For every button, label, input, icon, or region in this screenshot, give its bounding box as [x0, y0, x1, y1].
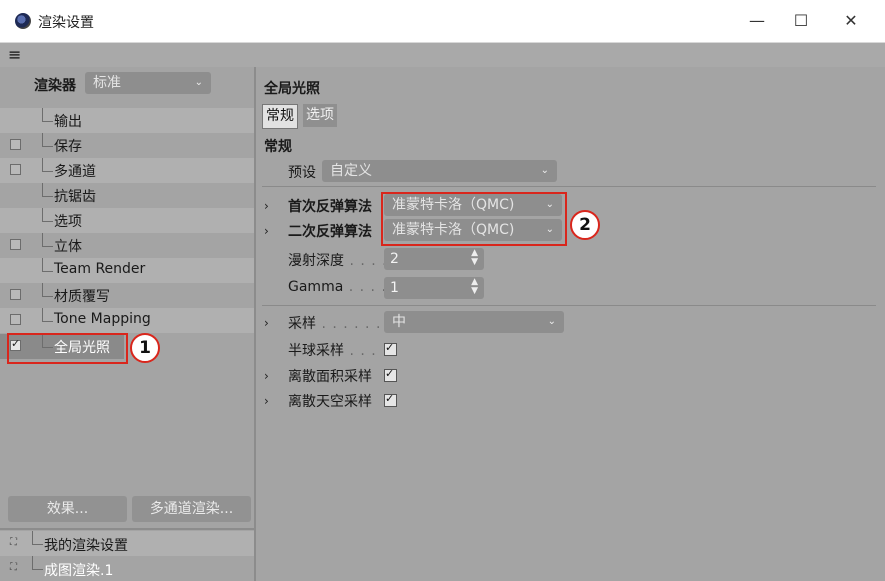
tree-branch-line — [32, 531, 43, 545]
hemisphere-sampling-label: 半球采样 . . . — [288, 340, 377, 360]
tree-item-stereo[interactable]: 立体 — [0, 233, 254, 258]
close-button[interactable]: ✕ — [836, 8, 866, 34]
enable-checkbox[interactable] — [10, 139, 21, 150]
gamma-stepper[interactable]: 1 ▲ ▼ — [384, 277, 484, 299]
label-dots: . . . . — [344, 253, 388, 269]
enable-checkbox[interactable] — [10, 314, 21, 325]
multipass-render-button[interactable]: 多通道渲染... — [132, 496, 251, 522]
tree-item-label: 保存 — [54, 139, 82, 155]
preset-dropdown[interactable]: 自定义 ⌄ — [322, 160, 557, 182]
label-dots: . . . — [344, 343, 377, 359]
preset-item-final-render[interactable]: ⛶ 成图渲染.1 — [0, 556, 254, 581]
diffuse-depth-label: 漫射深度 . . . . — [288, 250, 388, 270]
diffuse-depth-text: 漫射深度 — [288, 253, 344, 269]
tree-item-label: Team Render — [54, 261, 146, 277]
renderer-label: 渲染器 — [34, 78, 76, 94]
tree-branch-line — [42, 258, 53, 272]
preset-icon: ⛶ — [10, 537, 17, 548]
hamburger-menu-icon[interactable]: ≡ — [8, 47, 21, 63]
section-title: 全局光照 — [264, 81, 320, 97]
chevron-down-icon: ⌄ — [540, 165, 549, 176]
annotation-box-1 — [7, 333, 128, 364]
tab-options[interactable]: 选项 — [303, 104, 337, 127]
expand-arrow-icon[interactable]: › — [264, 316, 269, 330]
tree-item-label: 材质覆写 — [54, 289, 110, 305]
discrete-area-sampling-label: 离散面积采样 — [288, 369, 372, 385]
diffuse-depth-stepper[interactable]: 2 ▲ ▼ — [384, 248, 484, 270]
expand-arrow-icon[interactable]: › — [264, 369, 269, 383]
tree-item-antialiasing[interactable]: 抗锯齿 — [0, 183, 254, 208]
expand-arrow-icon[interactable]: › — [264, 394, 269, 408]
enable-checkbox[interactable] — [10, 164, 21, 175]
effects-button[interactable]: 效果... — [8, 496, 127, 522]
tree-item-output[interactable]: 输出 — [0, 108, 254, 133]
annotation-box-2 — [381, 192, 567, 246]
renderer-value: 标准 — [93, 75, 121, 91]
window-title: 渲染设置 — [38, 15, 94, 31]
chevron-down-icon: ⌄ — [547, 316, 556, 327]
tab-general[interactable]: 常规 — [262, 104, 298, 129]
hemisphere-sampling-checkbox[interactable] — [384, 341, 397, 356]
tree-branch-line — [42, 183, 53, 197]
tree-item-save[interactable]: 保存 — [0, 133, 254, 158]
tree-item-label: 立体 — [54, 239, 82, 255]
stepper-arrows-icon[interactable]: ▲ ▼ — [471, 278, 478, 296]
chevron-down-icon: ⌄ — [194, 77, 203, 88]
discrete-sky-sampling-label: 离散天空采样 — [288, 394, 372, 410]
tree-branch-line — [42, 233, 53, 247]
gamma-value: 1 — [390, 280, 399, 296]
preset-label: 我的渲染设置 — [44, 538, 128, 554]
minimize-button[interactable]: — — [742, 8, 772, 34]
tree-branch-line — [42, 208, 53, 222]
tree-item-multipass[interactable]: 多通道 — [0, 158, 254, 183]
maximize-button[interactable]: ☐ — [786, 8, 816, 34]
gamma-label: Gamma . . . . — [288, 279, 387, 295]
group-title: 常规 — [264, 139, 292, 155]
menu-bar — [0, 43, 885, 67]
tree-item-label: 选项 — [54, 214, 82, 230]
tree-item-tone-mapping[interactable]: Tone Mapping — [0, 308, 254, 333]
tree-item-label: Tone Mapping — [54, 311, 151, 327]
active-preset-icon: ⛶ — [10, 562, 17, 573]
annotation-number-1: 1 — [130, 333, 160, 363]
tree-item-material-override[interactable]: 材质覆写 — [0, 283, 254, 308]
app-icon — [15, 13, 31, 29]
diffuse-depth-value: 2 — [390, 251, 399, 267]
tree-item-options[interactable]: 选项 — [0, 208, 254, 233]
divider — [262, 186, 876, 187]
tree-item-label: 抗锯齿 — [54, 189, 96, 205]
label-dots: . . . . — [343, 279, 387, 295]
stepper-arrows-icon[interactable]: ▲ ▼ — [471, 249, 478, 267]
annotation-number-2: 2 — [570, 210, 600, 240]
preset-item-my-settings[interactable]: ⛶ 我的渲染设置 — [0, 531, 254, 556]
enable-checkbox[interactable] — [10, 289, 21, 300]
tree-branch-line — [42, 308, 53, 322]
tree-branch-line — [42, 158, 53, 172]
preset-value: 自定义 — [330, 163, 372, 179]
secondary-method-label: 二次反弹算法 — [288, 224, 372, 240]
discrete-sky-sampling-checkbox[interactable] — [384, 392, 397, 407]
sampling-value: 中 — [392, 314, 406, 330]
gamma-text: Gamma — [288, 279, 344, 295]
preset-label: 成图渲染.1 — [44, 563, 114, 579]
enable-checkbox[interactable] — [10, 239, 21, 250]
tree-item-label: 输出 — [54, 114, 82, 130]
primary-method-label: 首次反弹算法 — [288, 199, 372, 215]
tree-branch-line — [32, 556, 43, 570]
hemisphere-sampling-text: 半球采样 — [288, 343, 344, 359]
discrete-area-sampling-checkbox[interactable] — [384, 367, 397, 382]
tree-branch-line — [42, 108, 53, 122]
sampling-dropdown[interactable]: 中 ⌄ — [384, 311, 564, 333]
preset-label: 预设 — [288, 165, 316, 181]
tree-item-team-render[interactable]: Team Render — [0, 258, 254, 283]
tree-item-label: 多通道 — [54, 164, 96, 180]
divider — [262, 305, 876, 306]
sampling-text: 采样 — [288, 316, 316, 332]
panel-separator — [0, 528, 254, 530]
expand-arrow-icon[interactable]: › — [264, 199, 269, 213]
renderer-dropdown[interactable]: 标准 ⌄ — [85, 72, 211, 94]
expand-arrow-icon[interactable]: › — [264, 224, 269, 238]
tree-branch-line — [42, 283, 53, 297]
tree-branch-line — [42, 133, 53, 147]
